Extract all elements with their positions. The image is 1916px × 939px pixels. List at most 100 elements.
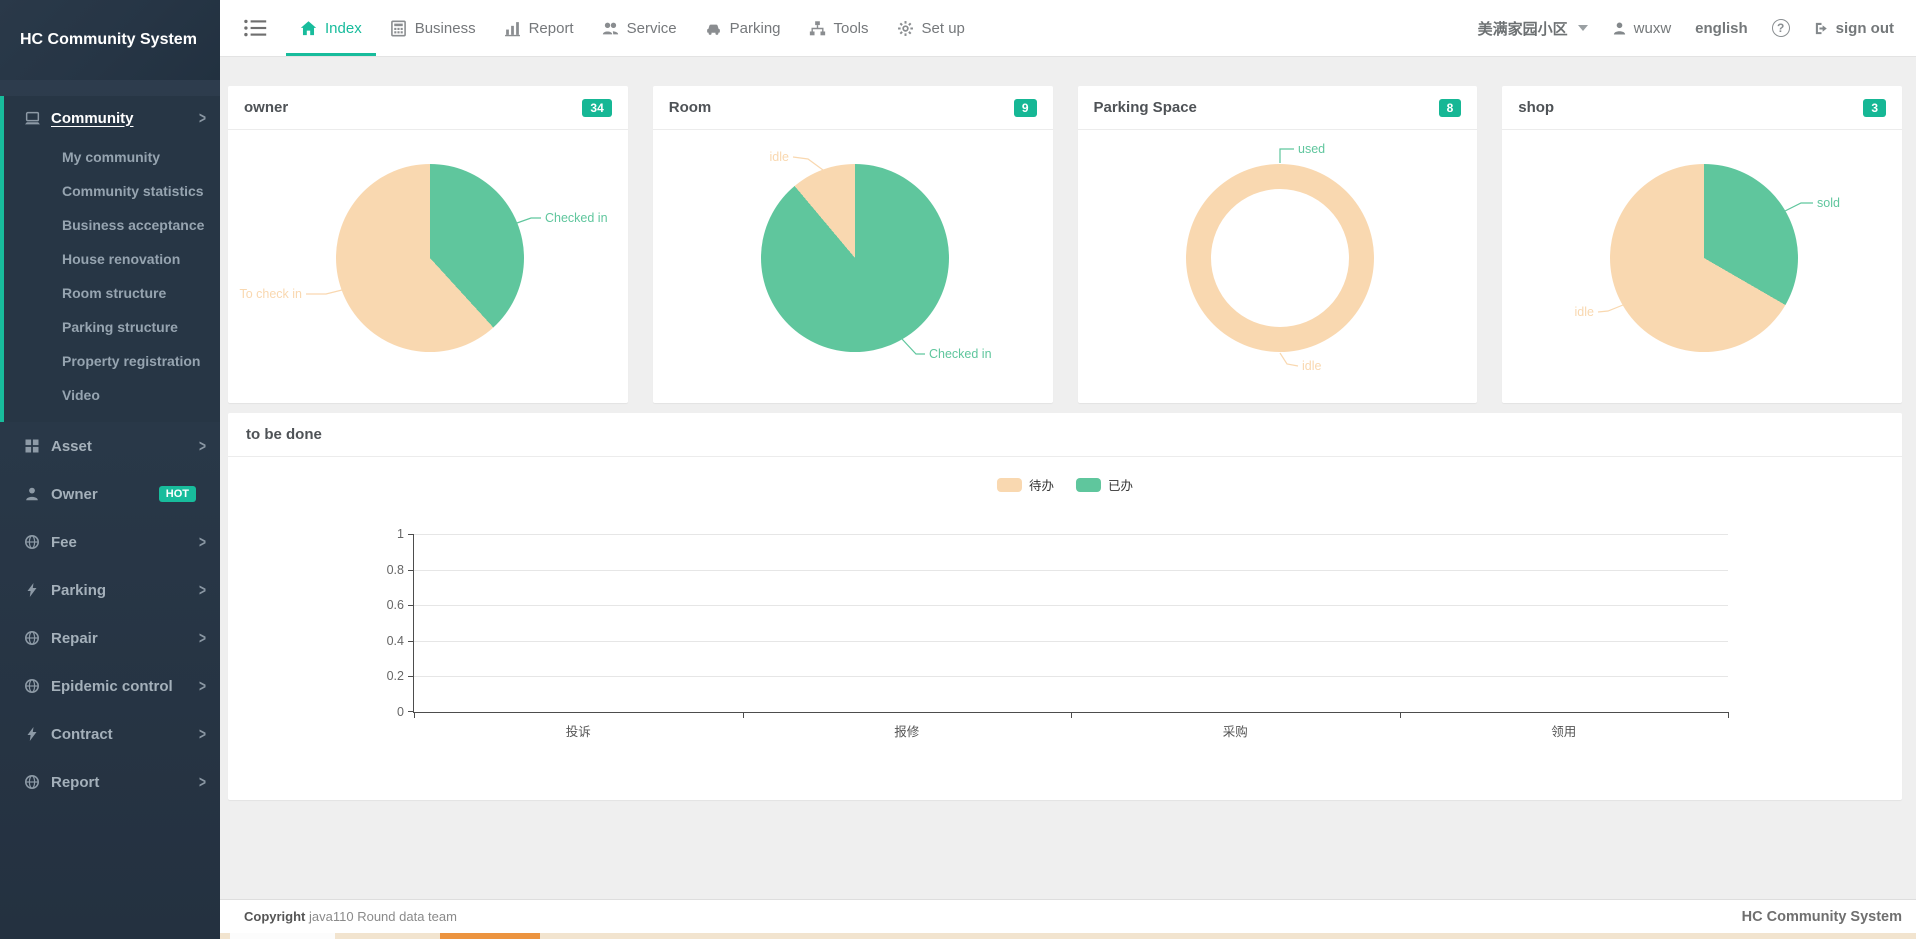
sidebar-item-community[interactable]: Community > <box>4 96 220 140</box>
sidebar-item-fee[interactable]: Fee > <box>0 518 220 566</box>
sidebar-item-label: Owner <box>51 486 98 503</box>
copyright-label: Copyright <box>244 909 305 924</box>
bar-chart-plot-area: 1 0.8 0.6 0.4 0.2 0 投诉 报修 <box>413 534 1728 713</box>
table-icon <box>390 20 407 37</box>
card-room-header: Room 9 <box>653 86 1053 130</box>
scrollbar-thumb[interactable] <box>440 933 540 939</box>
footer-brand: HC Community System <box>1742 909 1902 925</box>
sidebar: HC Community System Community > My commu… <box>0 0 220 939</box>
room-pie-chart: idle Checked in <box>653 130 1053 402</box>
tab-business[interactable]: Business <box>376 0 490 56</box>
donut-parking[interactable] <box>1186 164 1374 352</box>
language-switcher[interactable]: english <box>1695 20 1748 37</box>
sidebar-item-label: Parking <box>51 582 106 599</box>
home-icon <box>300 20 317 37</box>
tab-service[interactable]: Service <box>588 0 691 56</box>
sidebar-subitem-parking-structure[interactable]: Parking structure <box>4 310 220 344</box>
globe-icon <box>24 630 40 646</box>
count-badge: 34 <box>582 99 611 117</box>
chevron-right-icon: > <box>199 532 206 552</box>
chevron-right-icon: > <box>199 676 206 696</box>
sidebar-item-label: Report <box>51 774 99 791</box>
bolt-icon <box>24 582 40 598</box>
card-room: Room 9 idle Checked in <box>653 86 1053 403</box>
menu-toggle-icon[interactable] <box>244 18 268 38</box>
sidebar-item-contract[interactable]: Contract > <box>0 710 220 758</box>
sign-out-label: sign out <box>1836 20 1894 37</box>
shop-pie-chart: sold idle <box>1502 130 1902 402</box>
card-title: Room <box>669 99 712 116</box>
x-axis-labels: 投诉 报修 采购 领用 <box>414 721 1728 740</box>
sidebar-item-label: Fee <box>51 534 77 551</box>
legend-item-pending[interactable]: 待办 <box>997 475 1054 494</box>
footer: Copyright java110 Round data team HC Com… <box>220 899 1916 933</box>
card-shop-header: shop 3 <box>1502 86 1902 130</box>
sidebar-item-parking[interactable]: Parking > <box>0 566 220 614</box>
pie-label-idle: idle <box>1302 359 1322 373</box>
pie-room[interactable] <box>761 164 949 352</box>
owner-pie-chart: Checked in To check in <box>228 130 628 402</box>
tab-tools[interactable]: Tools <box>795 0 883 56</box>
bar-chart-icon <box>504 20 521 37</box>
y-axis-tick-label: 0.8 <box>387 563 404 577</box>
globe-icon <box>24 678 40 694</box>
users-icon <box>602 20 619 37</box>
sidebar-brand: HC Community System <box>0 0 220 80</box>
sidebar-subitem-property-registration[interactable]: Property registration <box>4 344 220 378</box>
x-axis-category: 领用 <box>1400 721 1729 740</box>
user-menu[interactable]: wuxw <box>1612 20 1672 37</box>
topbar-right: 美满家园小区 wuxw english ? sign out <box>1478 0 1916 56</box>
bottom-scrollbar[interactable] <box>220 933 1916 939</box>
sidebar-subitem-business-acceptance[interactable]: Business acceptance <box>4 208 220 242</box>
grid-icon <box>24 438 40 454</box>
pie-label-idle: idle <box>1575 305 1595 319</box>
copyright-team: java110 Round data team <box>309 909 457 924</box>
chevron-right-icon: > <box>199 724 206 744</box>
sidebar-item-epidemic-control[interactable]: Epidemic control > <box>0 662 220 710</box>
sign-out-icon <box>1814 21 1829 36</box>
sidebar-subitem-house-renovation[interactable]: House renovation <box>4 242 220 276</box>
sidebar-item-label: Community <box>51 110 134 127</box>
chevron-right-icon: > <box>199 628 206 648</box>
sidebar-subitem-room-structure[interactable]: Room structure <box>4 276 220 310</box>
sidebar-subitem-my-community[interactable]: My community <box>4 140 220 174</box>
community-selector[interactable]: 美满家园小区 <box>1478 18 1588 39</box>
tab-report[interactable]: Report <box>490 0 588 56</box>
y-axis-tick-label: 0 <box>397 705 404 719</box>
sidebar-item-report[interactable]: Report > <box>0 758 220 806</box>
sidebar-item-repair[interactable]: Repair > <box>0 614 220 662</box>
legend-swatch-done <box>1076 478 1101 492</box>
legend-item-done[interactable]: 已办 <box>1076 475 1133 494</box>
pie-owner[interactable] <box>336 164 524 352</box>
todo-bar-chart: 待办 已办 <box>228 457 1902 800</box>
help-icon[interactable]: ? <box>1772 19 1790 37</box>
count-badge: 9 <box>1014 99 1037 117</box>
card-parking-space-header: Parking Space 8 <box>1078 86 1478 130</box>
tab-index[interactable]: Index <box>286 0 376 56</box>
sidebar-subitem-video[interactable]: Video <box>4 378 220 412</box>
todo-panel-header: to be done <box>228 413 1902 457</box>
pie-label-used: used <box>1298 142 1325 156</box>
pie-label-sold: sold <box>1817 196 1840 210</box>
gear-icon <box>897 20 914 37</box>
community-submenu: My community Community statistics Busine… <box>4 140 220 412</box>
card-shop: shop 3 sold idle <box>1502 86 1902 403</box>
chevron-right-icon: > <box>199 772 206 792</box>
tab-label: Set up <box>922 20 965 37</box>
sidebar-item-asset[interactable]: Asset > <box>0 422 220 470</box>
todo-panel-title: to be done <box>246 426 322 443</box>
car-icon <box>705 20 722 37</box>
legend-label: 待办 <box>1029 475 1054 494</box>
legend-swatch-pending <box>997 478 1022 492</box>
sidebar-item-owner[interactable]: Owner HOT <box>0 470 220 518</box>
tab-label: Parking <box>730 20 781 37</box>
tab-parking[interactable]: Parking <box>691 0 795 56</box>
sidebar-subitem-community-statistics[interactable]: Community statistics <box>4 174 220 208</box>
pie-label-idle: idle <box>769 150 789 164</box>
tab-set-up[interactable]: Set up <box>883 0 979 56</box>
sign-out-button[interactable]: sign out <box>1814 20 1894 37</box>
chevron-right-icon: > <box>199 436 206 456</box>
copyright-text: Copyright java110 Round data team <box>244 909 457 924</box>
parking-donut-chart: used idle <box>1078 130 1478 402</box>
pie-shop[interactable] <box>1610 164 1798 352</box>
